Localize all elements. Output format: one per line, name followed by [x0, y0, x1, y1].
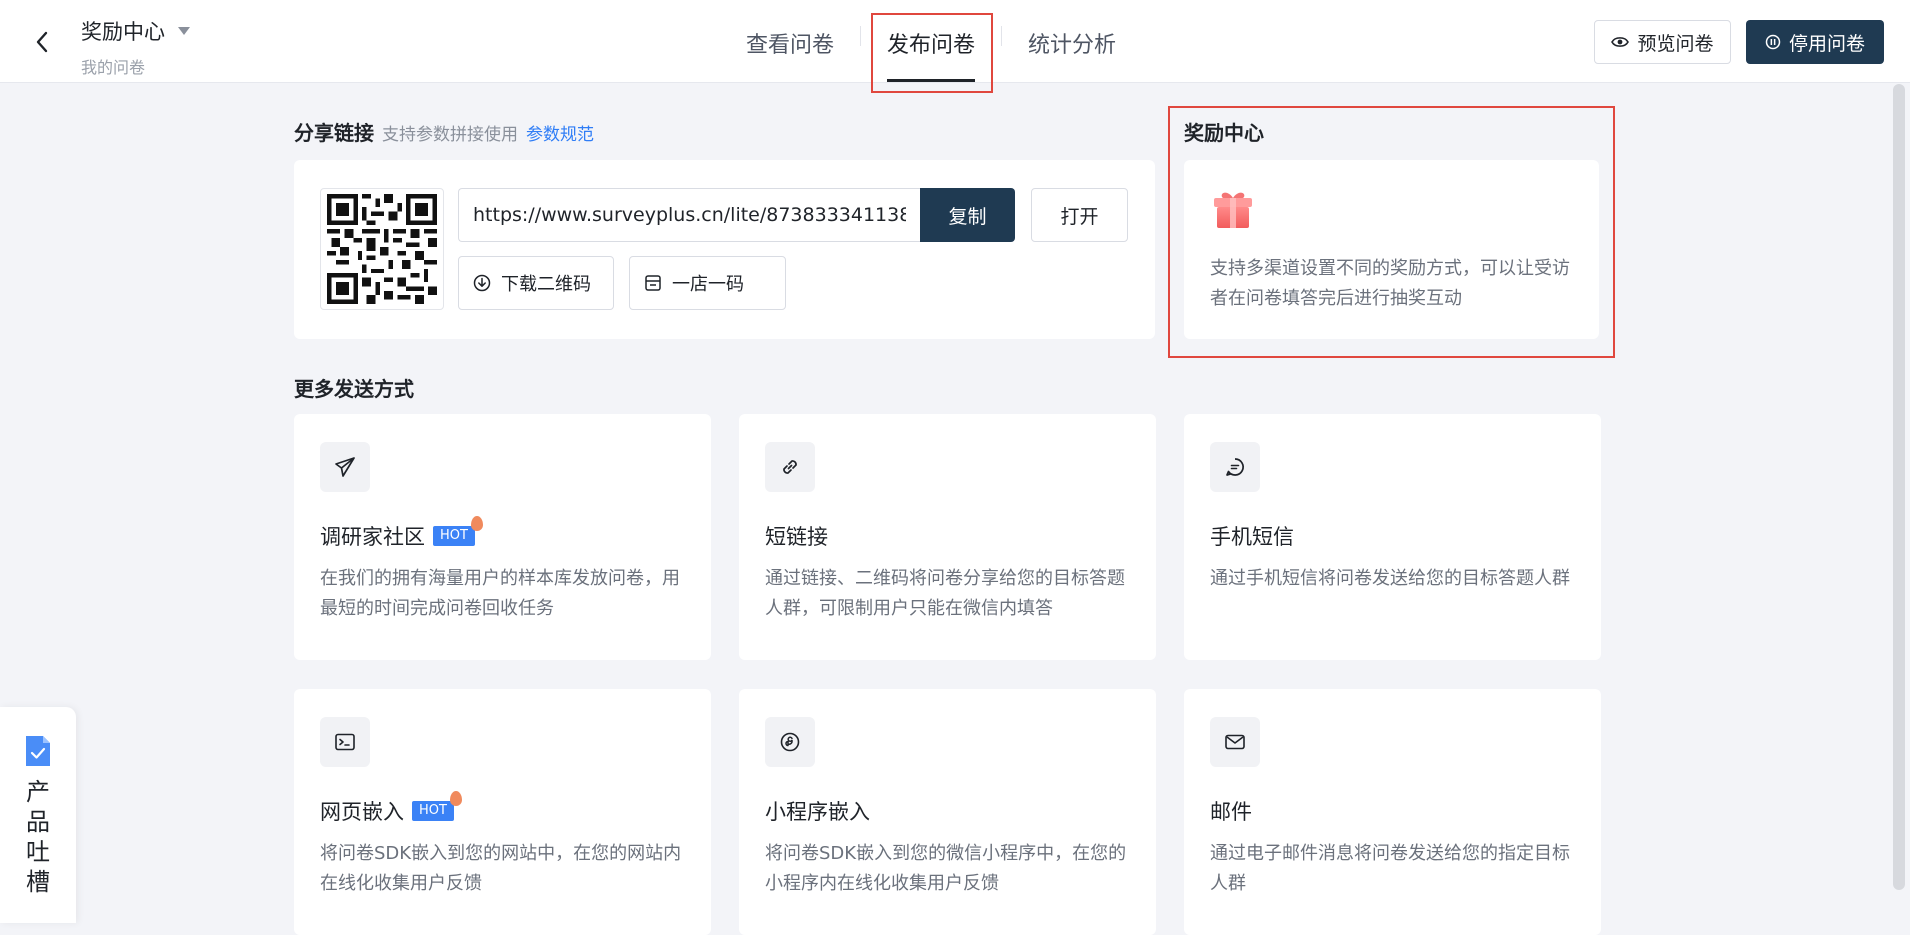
method-description: 通过电子邮件消息将问卷发送给您的指定目标人群	[1210, 843, 1570, 894]
preview-survey-label: 预览问卷	[1637, 32, 1714, 55]
tab-statistics[interactable]: 统计分析	[1002, 27, 1142, 67]
download-icon	[473, 274, 491, 292]
hot-badge-label: HOT	[419, 803, 447, 818]
param-spec-link[interactable]: 参数规范	[526, 120, 594, 145]
mail-icon	[1225, 734, 1245, 750]
share-section-header: 分享链接 支持参数拼接使用 参数规范	[294, 117, 594, 146]
feedback-label: 产品吐槽	[26, 778, 50, 896]
more-methods-title: 更多发送方式	[294, 377, 414, 401]
stop-survey-label: 停用问卷	[1788, 32, 1865, 55]
method-card-web-embed[interactable]: 网页嵌入 HOT 将问卷SDK嵌入到您的网站中，在您的网站内在线化收集用户反馈	[294, 689, 711, 935]
method-card-research-community[interactable]: 调研家社区 HOT 在我们的拥有海量用户的样本库发放问卷，用最短的时间完成问卷回…	[294, 414, 711, 660]
store-code-button[interactable]: 一店一码	[629, 256, 786, 310]
reward-section-title: 奖励中心	[1184, 121, 1264, 145]
open-link-button[interactable]: 打开	[1031, 188, 1128, 242]
share-link-card: 复制 打开 下载二维码 一店一码	[294, 160, 1155, 339]
eye-icon	[1611, 37, 1630, 47]
method-title: 短链接	[765, 525, 828, 549]
qr-code-icon	[327, 194, 437, 304]
reward-description: 支持多渠道设置不同的奖励方式，可以让受访者在问卷填答完后进行抽奖互动	[1210, 258, 1570, 309]
main-tabs: 查看问卷 发布问卷 统计分析	[720, 0, 1142, 83]
gift-icon	[1214, 192, 1252, 228]
download-qr-label: 下载二维码	[501, 274, 591, 295]
survey-title[interactable]: 奖励中心	[81, 16, 165, 46]
download-qr-button[interactable]: 下载二维码	[458, 256, 614, 310]
hot-badge-label: HOT	[440, 528, 468, 543]
breadcrumb[interactable]: 我的问卷	[81, 54, 191, 78]
link-icon	[783, 460, 797, 474]
method-card-sms[interactable]: 手机短信 通过手机短信将问卷发送给您的目标答题人群	[1184, 414, 1601, 660]
method-icon-box	[765, 442, 815, 492]
pause-circle-icon	[1765, 34, 1781, 50]
copy-link-button[interactable]: 复制	[920, 188, 1015, 242]
flame-icon	[470, 516, 483, 531]
send-icon	[335, 457, 355, 477]
caret-down-icon[interactable]	[177, 26, 191, 36]
method-icon-box	[765, 717, 815, 767]
method-description: 在我们的拥有海量用户的样本库发放问卷，用最短的时间完成问卷回收任务	[320, 568, 680, 619]
stop-survey-button[interactable]: 停用问卷	[1746, 20, 1884, 64]
method-title: 调研家社区	[320, 525, 425, 549]
preview-survey-button[interactable]: 预览问卷	[1594, 20, 1731, 64]
method-description: 通过链接、二维码将问卷分享给您的目标答题人群，可限制用户只能在微信内填答	[765, 568, 1125, 619]
method-description: 将问卷SDK嵌入到您的网站中，在您的网站内在线化收集用户反馈	[320, 843, 682, 894]
method-title: 网页嵌入	[320, 800, 404, 824]
method-card-short-link[interactable]: 短链接 通过链接、二维码将问卷分享给您的目标答题人群，可限制用户只能在微信内填答	[739, 414, 1156, 660]
reward-center-card[interactable]: 支持多渠道设置不同的奖励方式，可以让受访者在问卷填答完后进行抽奖互动	[1184, 160, 1599, 339]
method-title: 手机短信	[1210, 525, 1294, 549]
chevron-left-icon	[36, 31, 48, 53]
qr-code[interactable]	[320, 188, 444, 310]
store-code-label: 一店一码	[672, 274, 744, 295]
share-url-input[interactable]	[458, 188, 920, 242]
hot-badge: HOT	[412, 791, 462, 821]
method-icon-box	[1210, 442, 1260, 492]
method-title: 小程序嵌入	[765, 800, 870, 824]
tab-publish-survey[interactable]: 发布问卷	[861, 27, 1001, 82]
method-card-email[interactable]: 邮件 通过电子邮件消息将问卷发送给您的指定目标人群	[1184, 689, 1601, 935]
flame-icon	[449, 791, 462, 806]
method-card-miniprogram-embed[interactable]: 小程序嵌入 将问卷SDK嵌入到您的微信小程序中，在您的小程序内在线化收集用户反馈	[739, 689, 1156, 935]
method-description: 通过手机短信将问卷发送给您的目标答题人群	[1210, 568, 1570, 589]
vertical-scrollbar[interactable]	[1893, 84, 1905, 890]
method-title: 邮件	[1210, 800, 1252, 824]
top-header: 奖励中心 我的问卷 查看问卷 发布问卷 统计分析 预览问卷 停用问卷	[0, 0, 1910, 93]
method-icon-box	[320, 442, 370, 492]
share-hint: 支持参数拼接使用	[382, 125, 518, 145]
method-icon-box	[1210, 717, 1260, 767]
back-button[interactable]	[28, 28, 56, 56]
miniprogram-icon	[780, 732, 800, 752]
store-icon	[645, 275, 661, 291]
tab-view-survey[interactable]: 查看问卷	[720, 27, 860, 67]
terminal-icon	[335, 733, 355, 751]
feedback-document-icon	[26, 736, 50, 766]
product-feedback-widget[interactable]: 产品吐槽	[0, 707, 76, 923]
share-section-title: 分享链接	[294, 121, 374, 145]
message-icon	[1226, 458, 1244, 476]
hot-badge: HOT	[433, 516, 483, 546]
method-description: 将问卷SDK嵌入到您的微信小程序中，在您的小程序内在线化收集用户反馈	[765, 843, 1127, 894]
survey-title-area: 奖励中心 我的问卷	[81, 16, 191, 78]
method-icon-box	[320, 717, 370, 767]
